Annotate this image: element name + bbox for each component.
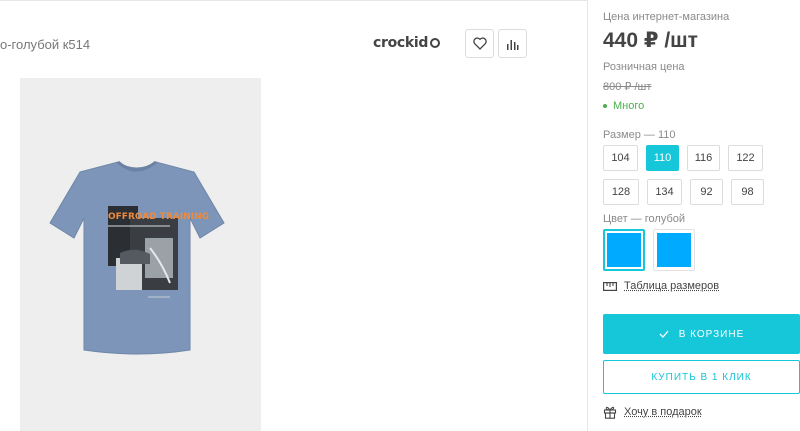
size-option-116[interactable]: 116 [687, 145, 720, 171]
checkmark-icon [659, 330, 669, 338]
size-option-128[interactable]: 128 [603, 179, 639, 205]
buy-one-click-label: КУПИТЬ В 1 КЛИК [651, 372, 751, 383]
swatch-fill [657, 233, 691, 267]
selected-color-text: голубой [645, 213, 685, 225]
swatch-fill [607, 233, 641, 267]
size-option-134[interactable]: 134 [647, 179, 682, 205]
color-swatch[interactable] [653, 229, 695, 271]
buy-panel: Цена интернет-магазина 440 ₽ /шт Розничн… [603, 0, 800, 431]
product-title: о-голубой к514 [0, 37, 90, 52]
bar-chart-icon [506, 38, 519, 50]
selected-size-text: 110 [658, 129, 676, 141]
brand-name: crockid [373, 35, 428, 51]
size-option-98[interactable]: 98 [731, 179, 764, 205]
stock-dot-icon [603, 104, 607, 108]
size-label: Размер — 110 [603, 129, 675, 141]
tshirt-image: OFFROAD TRAINING [20, 78, 261, 431]
heart-icon [473, 37, 487, 50]
stock-status: Много [603, 100, 644, 112]
compare-button[interactable] [498, 29, 527, 58]
size-table-text: Таблица размеров [624, 280, 719, 292]
size-option-122[interactable]: 122 [728, 145, 763, 171]
brand-logo[interactable]: crockid [373, 35, 440, 51]
brand-logo-mark-icon [430, 38, 440, 48]
gift-link[interactable]: Хочу в подарок [603, 405, 702, 419]
size-option-92[interactable]: 92 [690, 179, 723, 205]
color-swatches [603, 229, 695, 271]
retail-price-label: Розничная цена [603, 61, 685, 73]
color-label-text: Цвет [603, 213, 628, 225]
color-label: Цвет — голубой [603, 213, 685, 225]
stock-text: Много [613, 100, 644, 112]
color-swatch-selected[interactable] [603, 229, 645, 271]
product-panel: о-голубой к514 crockid OFFROAD TRAINING [0, 0, 588, 431]
online-price-label: Цена интернет-магазина [603, 11, 729, 23]
shirt-print-text: OFFROAD TRAINING [108, 212, 209, 222]
gift-icon [603, 405, 617, 419]
size-label-text: Размер [603, 129, 641, 141]
buy-one-click-button[interactable]: КУПИТЬ В 1 КЛИК [603, 360, 800, 394]
ruler-icon [603, 282, 617, 291]
size-table-link[interactable]: Таблица размеров [603, 280, 719, 292]
favorite-button[interactable] [465, 29, 494, 58]
online-price: 440 ₽ /шт [603, 28, 698, 53]
product-image[interactable]: OFFROAD TRAINING [20, 78, 261, 431]
in-cart-button[interactable]: В КОРЗИНЕ [603, 314, 800, 354]
size-option-110[interactable]: 110 [646, 145, 679, 171]
size-options: 104 110 116 122 128 134 92 98 [603, 145, 800, 205]
retail-price: 800 ₽ /шт [603, 80, 651, 93]
gift-text: Хочу в подарок [624, 406, 702, 418]
in-cart-label: В КОРЗИНЕ [679, 329, 745, 340]
size-option-104[interactable]: 104 [603, 145, 638, 171]
